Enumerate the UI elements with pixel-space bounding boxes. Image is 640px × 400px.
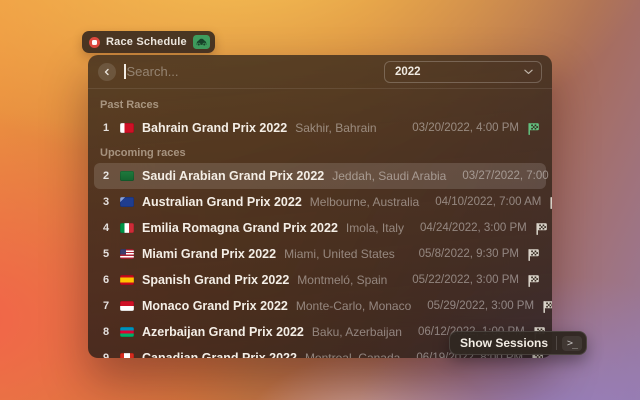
year-dropdown-value: 2022 bbox=[395, 66, 421, 78]
race-location: Jeddah, Saudi Arabia bbox=[332, 169, 446, 183]
show-sessions-action[interactable]: Show Sessions >_ bbox=[449, 331, 587, 355]
race-title: Australian Grand Prix 2022 bbox=[142, 195, 302, 209]
race-number: 6 bbox=[100, 274, 112, 286]
race-title: Bahrain Grand Prix 2022 bbox=[142, 121, 287, 135]
race-title: Saudi Arabian Grand Prix 2022 bbox=[142, 169, 324, 183]
checkered-flag-icon bbox=[542, 300, 552, 313]
race-location: Montreal, Canada bbox=[305, 351, 400, 358]
race-number: 1 bbox=[100, 122, 112, 134]
section-header: Past Races bbox=[94, 95, 546, 115]
azerbaijan-flag-icon bbox=[120, 327, 134, 337]
race-datetime: 03/27/2022, 7:00 PM bbox=[462, 170, 552, 182]
checkered-flag-icon bbox=[549, 196, 552, 209]
desktop-wallpaper: Race Schedule 2022 Past Races 1 bbox=[0, 0, 640, 400]
search-header: 2022 bbox=[88, 55, 552, 89]
race-datetime: 04/10/2022, 7:00 AM bbox=[435, 196, 541, 208]
monaco-flag-icon bbox=[120, 301, 134, 311]
canada-flag-icon bbox=[120, 353, 134, 358]
race-row[interactable]: 2 Saudi Arabian Grand Prix 2022 Jeddah, … bbox=[94, 163, 546, 189]
race-number: 3 bbox=[100, 196, 112, 208]
race-title: Canadian Grand Prix 2022 bbox=[142, 351, 297, 358]
race-number: 7 bbox=[100, 300, 112, 312]
race-location: Miami, United States bbox=[284, 247, 395, 261]
race-row[interactable]: 7 Monaco Grand Prix 2022 Monte-Carlo, Mo… bbox=[94, 293, 546, 319]
saudi-arabia-flag-icon bbox=[120, 171, 134, 181]
race-title: Miami Grand Prix 2022 bbox=[142, 247, 276, 261]
race-location: Montmeló, Spain bbox=[297, 273, 387, 287]
car-extension-icon bbox=[193, 35, 210, 49]
race-location: Sakhir, Bahrain bbox=[295, 121, 376, 135]
race-title: Azerbaijan Grand Prix 2022 bbox=[142, 325, 304, 339]
race-row[interactable]: 6 Spanish Grand Prix 2022 Montmeló, Spai… bbox=[94, 267, 546, 293]
race-row[interactable]: 5 Miami Grand Prix 2022 Miami, United St… bbox=[94, 241, 546, 267]
search-input[interactable] bbox=[126, 64, 385, 79]
race-number: 5 bbox=[100, 248, 112, 260]
race-location: Baku, Azerbaijan bbox=[312, 325, 402, 339]
checkered-flag-icon bbox=[527, 122, 540, 135]
australia-flag-icon bbox=[120, 197, 134, 207]
year-dropdown[interactable]: 2022 bbox=[384, 61, 542, 83]
raycast-app-icon bbox=[89, 37, 100, 48]
spain-flag-icon bbox=[120, 275, 134, 285]
search-field bbox=[124, 55, 384, 88]
race-list: Past Races 1 Bahrain Grand Prix 2022 Sak… bbox=[88, 89, 552, 358]
race-title: Spanish Grand Prix 2022 bbox=[142, 273, 289, 287]
chevron-down-icon bbox=[524, 69, 533, 75]
bahrain-flag-icon bbox=[120, 123, 134, 133]
race-row[interactable]: 4 Emilia Romagna Grand Prix 2022 Imola, … bbox=[94, 215, 546, 241]
race-datetime: 03/20/2022, 4:00 PM bbox=[412, 122, 519, 134]
race-location: Imola, Italy bbox=[346, 221, 404, 235]
race-location: Monte-Carlo, Monaco bbox=[296, 299, 411, 313]
race-datetime: 05/29/2022, 3:00 PM bbox=[427, 300, 534, 312]
race-location: Melbourne, Australia bbox=[310, 195, 419, 209]
checkered-flag-icon bbox=[527, 274, 540, 287]
checkered-flag-icon bbox=[527, 248, 540, 261]
race-title: Emilia Romagna Grand Prix 2022 bbox=[142, 221, 338, 235]
race-datetime: 05/8/2022, 9:30 PM bbox=[419, 248, 519, 260]
race-datetime: 05/22/2022, 3:00 PM bbox=[412, 274, 519, 286]
race-number: 9 bbox=[100, 352, 112, 358]
shortcut-key: >_ bbox=[562, 336, 582, 351]
race-datetime: 04/24/2022, 3:00 PM bbox=[420, 222, 527, 234]
chevron-left-icon bbox=[103, 68, 111, 76]
race-title: Monaco Grand Prix 2022 bbox=[142, 299, 288, 313]
race-row[interactable]: 1 Bahrain Grand Prix 2022 Sakhir, Bahrai… bbox=[94, 115, 546, 141]
italy-flag-icon bbox=[120, 223, 134, 233]
window-title-pill[interactable]: Race Schedule bbox=[82, 31, 215, 53]
back-button[interactable] bbox=[98, 63, 116, 81]
race-number: 4 bbox=[100, 222, 112, 234]
section-header: Upcoming races bbox=[94, 143, 546, 163]
race-row[interactable]: 3 Australian Grand Prix 2022 Melbourne, … bbox=[94, 189, 546, 215]
race-number: 8 bbox=[100, 326, 112, 338]
race-number: 2 bbox=[100, 170, 112, 182]
window-title: Race Schedule bbox=[106, 36, 187, 48]
united-states-flag-icon bbox=[120, 249, 134, 259]
tooltip-divider bbox=[556, 336, 557, 350]
show-sessions-label: Show Sessions bbox=[460, 336, 548, 350]
race-schedule-window: 2022 Past Races 1 Bahrain Grand Prix 202… bbox=[88, 55, 552, 358]
checkered-flag-icon bbox=[535, 222, 548, 235]
